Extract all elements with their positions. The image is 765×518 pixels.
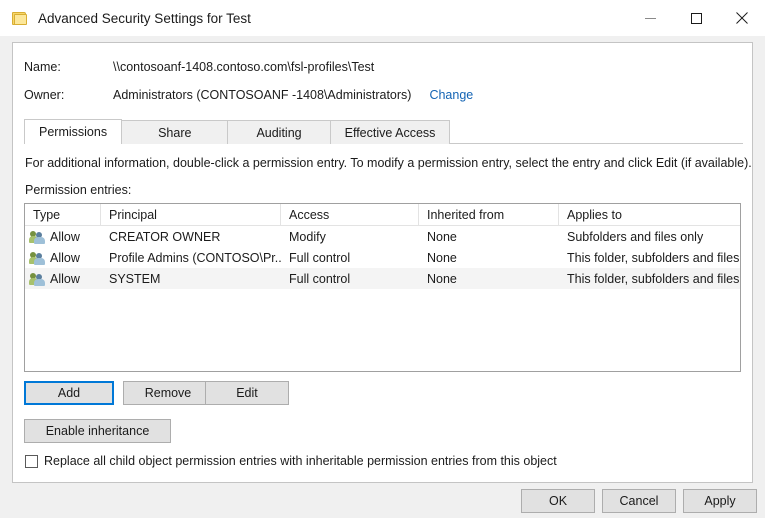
name-label: Name: xyxy=(24,60,113,74)
tab-permissions-label: Permissions xyxy=(39,125,107,139)
dialog-panel: Name: \\contosoanf-1408.contoso.com\fsl-… xyxy=(12,42,753,483)
advanced-security-settings-dialog: Advanced Security Settings for Test Name… xyxy=(0,0,765,518)
maximize-icon[interactable] xyxy=(673,0,719,36)
cell-access: Full control xyxy=(281,268,419,289)
window-title: Advanced Security Settings for Test xyxy=(38,11,251,26)
tab-auditing-label: Auditing xyxy=(256,126,301,140)
cell-type-label: Allow xyxy=(50,251,80,265)
cell-type: Allow xyxy=(25,247,101,268)
apply-button-label: Apply xyxy=(704,494,735,508)
title-bar: Advanced Security Settings for Test xyxy=(0,0,765,36)
tab-share-label: Share xyxy=(158,126,191,140)
edit-button-label: Edit xyxy=(236,386,258,400)
window-controls xyxy=(627,0,765,36)
tab-share[interactable]: Share xyxy=(121,120,228,144)
cell-inherited-from: None xyxy=(419,247,559,268)
column-header-applies-to[interactable]: Applies to xyxy=(559,204,740,225)
cell-type: Allow xyxy=(25,226,101,247)
minimize-icon[interactable] xyxy=(627,0,673,36)
replace-child-permissions-checkbox[interactable] xyxy=(25,455,38,468)
enable-inheritance-label: Enable inheritance xyxy=(46,424,150,438)
replace-child-permissions-label: Replace all child object permission entr… xyxy=(44,454,557,468)
name-row: Name: \\contosoanf-1408.contoso.com\fsl-… xyxy=(24,60,374,74)
tab-strip: Permissions Share Auditing Effective Acc… xyxy=(24,119,743,144)
add-button-label: Add xyxy=(58,386,80,400)
table-header-row: Type Principal Access Inherited from App… xyxy=(25,204,740,226)
owner-label: Owner: xyxy=(24,88,113,102)
cell-applies-to: Subfolders and files only xyxy=(559,226,740,247)
enable-inheritance-button[interactable]: Enable inheritance xyxy=(24,419,171,443)
permission-entries-list[interactable]: Type Principal Access Inherited from App… xyxy=(24,203,741,372)
cell-applies-to: This folder, subfolders and files xyxy=(559,268,740,289)
users-icon xyxy=(30,251,46,265)
ok-button-label: OK xyxy=(549,494,567,508)
folder-icon xyxy=(11,9,29,27)
instruction-text: For additional information, double-click… xyxy=(25,156,752,170)
column-header-inherited-from[interactable]: Inherited from xyxy=(419,204,559,225)
cell-type-label: Allow xyxy=(50,272,80,286)
cell-type-label: Allow xyxy=(50,230,80,244)
cancel-button-label: Cancel xyxy=(620,494,659,508)
cell-access: Modify xyxy=(281,226,419,247)
table-row[interactable]: Allow Profile Admins (CONTOSO\Pr... Full… xyxy=(25,247,740,268)
column-header-access[interactable]: Access xyxy=(281,204,419,225)
cell-inherited-from: None xyxy=(419,226,559,247)
replace-child-permissions-row[interactable]: Replace all child object permission entr… xyxy=(25,454,557,468)
column-header-principal[interactable]: Principal xyxy=(101,204,281,225)
add-button[interactable]: Add xyxy=(24,381,114,405)
change-owner-link[interactable]: Change xyxy=(429,88,473,102)
cell-access: Full control xyxy=(281,247,419,268)
cell-applies-to: This folder, subfolders and files xyxy=(559,247,740,268)
users-icon xyxy=(30,272,46,286)
table-body: Allow CREATOR OWNER Modify None Subfolde… xyxy=(25,226,740,289)
tab-effective-access-label: Effective Access xyxy=(345,126,436,140)
permission-entries-label: Permission entries: xyxy=(25,183,131,197)
ok-button[interactable]: OK xyxy=(521,489,595,513)
tab-auditing[interactable]: Auditing xyxy=(227,120,330,144)
close-icon[interactable] xyxy=(719,0,765,36)
cancel-button[interactable]: Cancel xyxy=(602,489,676,513)
cell-type: Allow xyxy=(25,268,101,289)
owner-row: Owner: Administrators (CONTOSOANF -1408\… xyxy=(24,88,473,102)
cell-principal: SYSTEM xyxy=(101,268,281,289)
remove-button-label: Remove xyxy=(145,386,192,400)
apply-button[interactable]: Apply xyxy=(683,489,757,513)
cell-inherited-from: None xyxy=(419,268,559,289)
tab-permissions[interactable]: Permissions xyxy=(24,119,122,144)
table-row[interactable]: Allow CREATOR OWNER Modify None Subfolde… xyxy=(25,226,740,247)
owner-value: Administrators (CONTOSOANF -1408\Adminis… xyxy=(113,88,411,102)
users-icon xyxy=(30,230,46,244)
cell-principal: CREATOR OWNER xyxy=(101,226,281,247)
name-value: \\contosoanf-1408.contoso.com\fsl-profil… xyxy=(113,60,374,74)
column-header-type[interactable]: Type xyxy=(25,204,101,225)
tab-effective-access[interactable]: Effective Access xyxy=(330,120,451,144)
edit-button[interactable]: Edit xyxy=(205,381,289,405)
cell-principal: Profile Admins (CONTOSO\Pr... xyxy=(101,247,281,268)
table-row[interactable]: Allow SYSTEM Full control None This fold… xyxy=(25,268,740,289)
remove-button[interactable]: Remove xyxy=(123,381,213,405)
